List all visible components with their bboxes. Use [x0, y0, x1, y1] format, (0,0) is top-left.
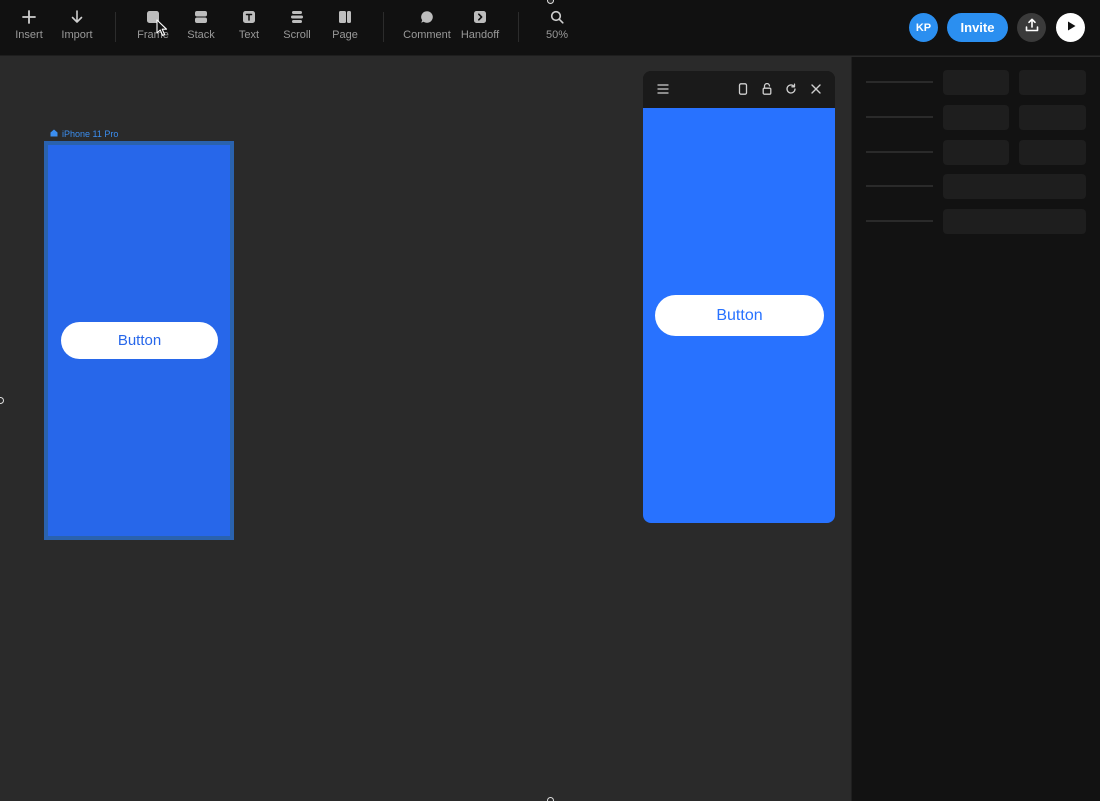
comment-tool[interactable]: Comment: [402, 8, 452, 48]
property-label-placeholder: [866, 151, 933, 153]
property-field[interactable]: [943, 174, 1086, 199]
publish-button[interactable]: [1017, 13, 1046, 42]
toolbar-divider: [115, 12, 116, 42]
property-label-placeholder: [866, 185, 933, 187]
page-label: Page: [332, 29, 358, 41]
frame-button[interactable]: Button: [61, 322, 218, 359]
property-field[interactable]: [1019, 105, 1086, 130]
handoff-icon: [471, 8, 489, 26]
property-field[interactable]: [943, 209, 1086, 234]
property-field[interactable]: [943, 105, 1009, 130]
property-label-placeholder: [866, 81, 933, 83]
property-field[interactable]: [943, 70, 1009, 95]
plus-icon: [20, 8, 38, 26]
comment-label: Comment: [403, 29, 451, 41]
invite-button[interactable]: Invite: [947, 13, 1008, 42]
mouse-cursor-icon: [156, 19, 168, 42]
import-tool[interactable]: Import: [58, 8, 96, 48]
stack-tool[interactable]: Stack: [184, 8, 218, 48]
arrow-down-icon: [68, 8, 86, 26]
stack-icon: [192, 8, 210, 26]
toolbar-divider: [383, 12, 384, 42]
handoff-tool[interactable]: Handoff: [458, 8, 502, 48]
import-label: Import: [61, 29, 93, 41]
preview-button[interactable]: Button: [655, 295, 824, 336]
zoom-control[interactable]: 50%: [540, 8, 574, 48]
close-icon[interactable]: [809, 82, 823, 96]
unlock-icon[interactable]: [760, 82, 774, 96]
preview-play-button[interactable]: [1056, 13, 1085, 42]
property-label-placeholder: [866, 116, 933, 118]
play-icon: [1065, 19, 1077, 37]
page-tool[interactable]: Page: [328, 8, 362, 48]
frame-name: iPhone 11 Pro: [62, 129, 119, 139]
property-field[interactable]: [1019, 140, 1086, 165]
scroll-icon: [288, 8, 306, 26]
top-toolbar: Insert Import Frame Stack Text Scroll Pa…: [0, 0, 1100, 56]
preview-header: [643, 71, 835, 108]
insert-tool[interactable]: Insert: [12, 8, 46, 48]
scroll-label: Scroll: [283, 29, 311, 41]
page-icon: [336, 8, 354, 26]
upload-icon: [1025, 18, 1039, 37]
zoom-level: 50%: [545, 29, 569, 41]
toolbar-divider: [518, 12, 519, 42]
refresh-icon[interactable]: [784, 82, 798, 96]
preview-window: Button: [643, 71, 835, 523]
text-icon: [240, 8, 258, 26]
preview-screen: Button: [643, 108, 835, 523]
scroll-tool[interactable]: Scroll: [280, 8, 314, 48]
handoff-label: Handoff: [460, 29, 500, 41]
insert-label: Insert: [15, 29, 43, 41]
user-avatar[interactable]: KP: [909, 13, 938, 42]
zoom-icon: [548, 8, 566, 26]
comment-icon: [418, 8, 436, 26]
stack-label: Stack: [187, 29, 215, 41]
device-icon[interactable]: [736, 82, 750, 96]
frame-title[interactable]: iPhone 11 Pro: [50, 128, 118, 140]
property-field[interactable]: [1019, 70, 1086, 95]
home-icon: [50, 129, 58, 139]
resize-handle[interactable]: [547, 797, 554, 801]
properties-panel: [851, 57, 1100, 801]
iphone-frame[interactable]: Button: [44, 141, 234, 540]
menu-icon[interactable]: [656, 82, 670, 96]
property-label-placeholder: [866, 220, 933, 222]
property-field[interactable]: [943, 140, 1009, 165]
text-label: Text: [238, 29, 260, 41]
text-tool[interactable]: Text: [232, 8, 266, 48]
